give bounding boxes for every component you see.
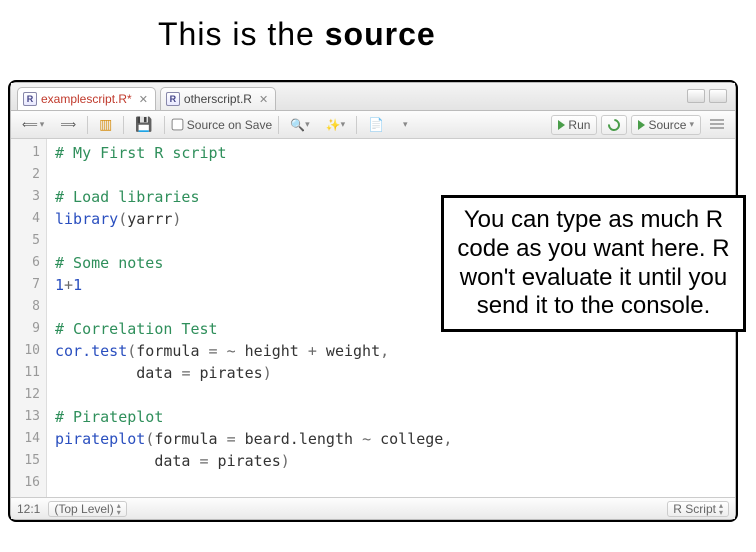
tab-examplescript[interactable]: R examplescript.R* ✕ [17,87,156,110]
scope-selector[interactable]: (Top Level) ▴▾ [48,501,126,517]
rerun-button[interactable] [601,115,627,135]
rscript-icon: R [166,92,180,106]
chevron-down-icon: ▾ [689,119,694,130]
code-text[interactable]: # My First R script # Load librarieslibr… [47,139,452,497]
status-bar: 12:1 (Top Level) ▴▾ R Script ▴▾ [11,497,735,519]
line-number: 2 [11,164,40,186]
save-button[interactable]: 💾 [130,115,157,135]
code-line[interactable] [55,164,452,186]
tab-bar: R examplescript.R* ✕ R otherscript.R ✕ [11,83,735,111]
code-line[interactable]: # Pirateplot [55,406,452,428]
arrow-left-icon: ⟸ [22,118,38,131]
outline-icon [710,119,724,130]
line-number: 7 [11,274,40,296]
line-number: 5 [11,230,40,252]
source-on-save-input[interactable] [171,119,183,131]
separator [278,116,279,134]
arrow-right-icon: ⟹ [60,118,76,131]
forward-button[interactable]: ⟹ [55,115,81,135]
separator [356,116,357,134]
overlay-callout: You can type as much R code as you want … [441,195,746,332]
code-line[interactable]: cor.test(formula = ~ height + weight, [55,340,452,362]
line-number: 4 [11,208,40,230]
code-line[interactable]: 1+1 [55,274,452,296]
line-number: 1 [11,142,40,164]
source-on-save-checkbox[interactable]: Source on Save [171,118,272,132]
code-line[interactable] [55,384,452,406]
tab-label: otherscript.R [184,92,252,106]
line-number: 15 [11,450,40,472]
line-number: 9 [11,318,40,340]
line-number: 12 [11,384,40,406]
line-number: 6 [11,252,40,274]
find-replace-button[interactable]: 🔍▾ [285,115,314,135]
line-number: 11 [11,362,40,384]
close-icon[interactable]: ✕ [256,93,268,106]
line-gutter: 12345678910111213141516 [11,139,47,497]
updown-icon: ▴▾ [719,502,723,516]
chevron-down-icon: ▾ [305,119,310,130]
back-button[interactable]: ⟸▾ [17,115,49,135]
tab-otherscript[interactable]: R otherscript.R ✕ [160,87,276,110]
code-line[interactable]: # Load libraries [55,186,452,208]
run-button[interactable]: Run [551,115,597,135]
code-line[interactable]: library(yarrr) [55,208,452,230]
source-label: Source [648,118,686,132]
overlay-title-a: This is the [158,16,325,52]
code-line[interactable]: # Some notes [55,252,452,274]
code-line[interactable]: # My First R script [55,142,452,164]
line-number: 8 [11,296,40,318]
cursor-position: 12:1 [17,502,40,516]
updown-icon: ▴▾ [117,502,121,516]
show-in-new-window-button[interactable]: ▥ [94,115,117,135]
filetype-selector[interactable]: R Script ▴▾ [667,501,729,517]
chevron-down-icon: ▾ [341,119,346,130]
chevron-down-icon[interactable]: ▾ [395,115,415,135]
rscript-icon: R [23,92,37,106]
line-number: 14 [11,428,40,450]
separator [164,116,165,134]
source-on-save-label: Source on Save [187,118,272,132]
rerun-icon [606,116,623,133]
code-line[interactable] [55,472,452,494]
editor-toolbar: ⟸▾ ⟹ ▥ 💾 Source on Save 🔍▾ ✨▾ 📄 ▾ Run [11,111,735,139]
minimize-pane-icon[interactable] [687,89,705,103]
run-label: Run [568,118,590,132]
compile-report-button[interactable]: 📄 [363,115,389,135]
close-icon[interactable]: ✕ [136,93,148,106]
outline-button[interactable] [705,115,729,135]
filetype-label: R Script [673,502,716,516]
code-line[interactable]: data = pirates) [55,450,452,472]
code-line[interactable] [55,230,452,252]
source-button[interactable]: Source ▾ [631,115,701,135]
code-line[interactable]: # Correlation Test [55,318,452,340]
run-icon [558,120,565,130]
chevron-down-icon: ▾ [40,119,45,130]
code-tools-button[interactable]: ✨▾ [321,115,350,135]
line-number: 3 [11,186,40,208]
source-icon [638,120,645,130]
line-number: 10 [11,340,40,362]
scope-label: (Top Level) [54,502,113,516]
pane-controls [687,89,727,103]
code-line[interactable]: data = pirates) [55,362,452,384]
code-line[interactable] [55,296,452,318]
status-right: R Script ▴▾ [659,501,729,517]
tab-label: examplescript.R* [41,92,132,106]
maximize-pane-icon[interactable] [709,89,727,103]
overlay-title: This is the source [148,12,446,57]
toolbar-right: Run Source ▾ [551,115,729,135]
line-number: 16 [11,472,40,494]
code-line[interactable]: pirateplot(formula = beard.length ~ coll… [55,428,452,450]
line-number: 13 [11,406,40,428]
separator [87,116,88,134]
separator [123,116,124,134]
overlay-title-b: source [325,16,436,52]
